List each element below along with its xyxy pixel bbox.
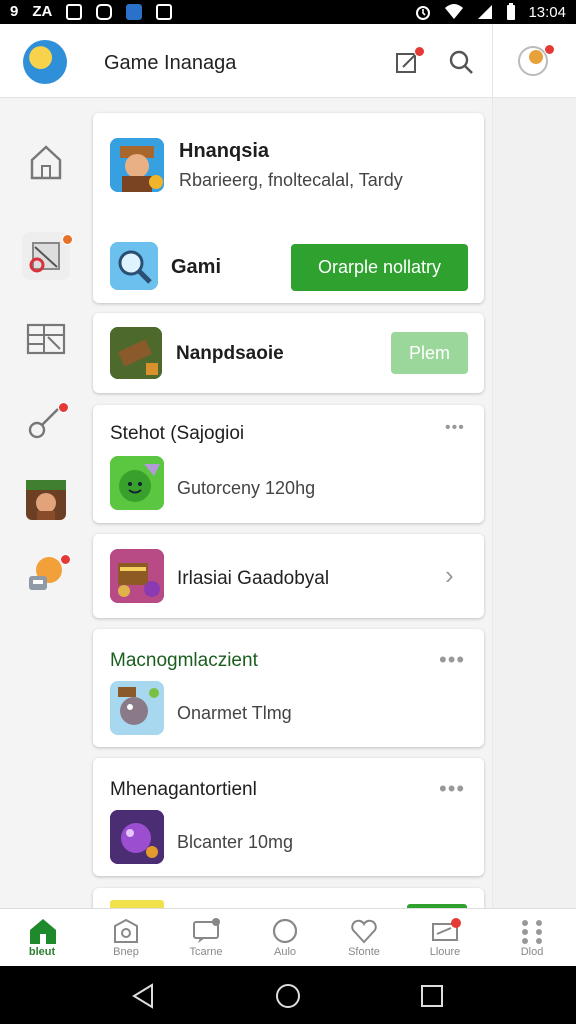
- card-mhenagan[interactable]: Mhenagantortienl ••• Blcanter 10mg: [93, 758, 484, 876]
- nav-messages-label: Tcarne: [189, 946, 223, 958]
- system-navigation: [0, 966, 576, 1024]
- home-icon: [30, 919, 56, 944]
- featured-thumbnail: [110, 138, 164, 192]
- card-6-thumbnail: [110, 810, 164, 864]
- card-irlasiai[interactable]: Irlasiai Gaadobyal ›: [93, 534, 484, 618]
- card-6-line: Blcanter 10mg: [177, 832, 294, 852]
- wifi-icon: [445, 4, 464, 19]
- app-notification-icon: [96, 3, 113, 20]
- card-nanpdsaoie[interactable]: Nanpdsaoie Plem: [93, 313, 484, 393]
- featured-subtitle: Rbarieerg, fnoltecalal, Tardy: [179, 170, 403, 190]
- card-2-title: Nanpdsaoie: [176, 343, 284, 364]
- notification-glyph-2: ZA: [32, 3, 53, 20]
- warrior-icon: [110, 138, 164, 192]
- magnifier-icon: [110, 242, 158, 290]
- rail-coins[interactable]: [22, 550, 71, 598]
- install-button[interactable]: Orarple nollatry: [291, 244, 468, 291]
- play-button[interactable]: Plem: [391, 332, 468, 374]
- game-label: Gami: [171, 256, 222, 278]
- home-circle-icon[interactable]: [274, 982, 302, 1010]
- message-icon: [193, 918, 220, 943]
- treasure-icon: [110, 549, 164, 603]
- back-icon[interactable]: [130, 983, 156, 1009]
- app-title: Game Inanaga: [104, 52, 237, 74]
- card-stehot[interactable]: Stehot (Sajogioi ••• Gutorceny 120hg: [93, 405, 484, 523]
- rail-home[interactable]: [22, 138, 70, 186]
- nav-inbox[interactable]: Lloure: [413, 915, 477, 965]
- card-4-thumbnail: [110, 549, 164, 603]
- nav-grid[interactable]: Dlod: [500, 915, 564, 965]
- nav-favorites-label: Sfonte: [348, 946, 380, 958]
- rail-link-badge: [58, 402, 69, 413]
- rail-game[interactable]: [22, 476, 70, 524]
- right-column: [492, 98, 576, 908]
- green-smile-icon: [110, 456, 164, 510]
- card-3-more-icon[interactable]: •••: [445, 419, 465, 437]
- card-5-more-icon[interactable]: •••: [439, 647, 465, 673]
- tools-icon: [29, 242, 60, 273]
- sword-icon: [110, 327, 162, 379]
- app-logo[interactable]: [23, 40, 67, 84]
- nav-audio-label: Aulo: [273, 946, 297, 958]
- signal-icon: [478, 5, 493, 19]
- nav-store-label: Bnep: [113, 946, 139, 958]
- house-icon: [30, 145, 62, 180]
- header-divider: [492, 24, 493, 98]
- heart-icon: [351, 919, 377, 944]
- store-icon: [114, 918, 138, 943]
- rail-board[interactable]: [22, 316, 70, 364]
- inbox-icon: [432, 918, 461, 941]
- nav-audio[interactable]: Aulo: [253, 915, 317, 965]
- potion-icon: [110, 810, 164, 864]
- card-4-line: Irlasiai Gaadobyal: [177, 568, 330, 589]
- app-bar: Game Inanaga: [0, 24, 576, 98]
- card-2-thumbnail: [110, 327, 162, 379]
- status-time: 13:04: [528, 3, 566, 21]
- message-notification-icon: [156, 3, 173, 20]
- grid-icon: [522, 920, 542, 944]
- side-rail: [0, 98, 92, 908]
- blue-app-icon: [126, 3, 143, 20]
- status-right-icons: 13:04: [414, 3, 566, 21]
- edit-badge: [414, 46, 425, 57]
- alarm-icon: [416, 6, 431, 20]
- featured-card[interactable]: Hnanqsia Rbarieerg, fnoltecalal, Tardy G…: [93, 113, 484, 303]
- card-3-line: Gutorceny 120hg: [177, 478, 316, 498]
- nav-favorites[interactable]: Sfonte: [332, 915, 396, 965]
- goblin-icon: [110, 681, 164, 735]
- rail-link[interactable]: [22, 396, 70, 444]
- board-icon: [26, 323, 66, 355]
- nav-inbox-label: Lloure: [429, 946, 461, 958]
- card-5-line: Onarmet Tlmg: [177, 703, 292, 723]
- nav-home-label: bleut: [28, 946, 56, 958]
- chevron-right-icon[interactable]: ›: [445, 560, 454, 591]
- rail-tools[interactable]: [22, 232, 73, 280]
- profile-badge: [544, 44, 555, 55]
- rail-coins-badge: [60, 554, 71, 565]
- nav-home[interactable]: bleut: [10, 915, 74, 965]
- card-5-thumbnail: [110, 681, 164, 735]
- nav-messages[interactable]: Tcarne: [174, 915, 238, 965]
- character-icon: [26, 480, 66, 520]
- bottom-navigation: bleut Bnep Tcarne Aulo Sfonte Lloure Dlo…: [0, 908, 576, 966]
- rail-tools-badge: [62, 234, 73, 245]
- card-5-header: Macnogmlaczient: [110, 650, 258, 671]
- notification-glyph-1: 9: [10, 3, 19, 20]
- card-macnog[interactable]: Macnogmlaczient ••• Onarmet Tlmg: [93, 629, 484, 747]
- card-3-thumbnail: [110, 456, 164, 510]
- recents-icon[interactable]: [420, 984, 444, 1008]
- search-icon[interactable]: [447, 48, 475, 76]
- circle-icon: [272, 918, 298, 944]
- game-search-thumbnail: [110, 242, 158, 290]
- gallery-notification-icon: [66, 3, 83, 20]
- nav-grid-label: Dlod: [520, 946, 544, 958]
- status-bar: 9 ZA 13:04: [0, 0, 576, 24]
- battery-icon: [507, 3, 516, 20]
- featured-title: Hnanqsia: [179, 140, 270, 162]
- status-left-icons: 9 ZA: [10, 3, 173, 20]
- card-3-header: Stehot (Sajogioi: [110, 423, 245, 444]
- card-6-header: Mhenagantortienl: [110, 779, 257, 800]
- nav-store[interactable]: Bnep: [94, 915, 158, 965]
- card-6-more-icon[interactable]: •••: [439, 776, 465, 802]
